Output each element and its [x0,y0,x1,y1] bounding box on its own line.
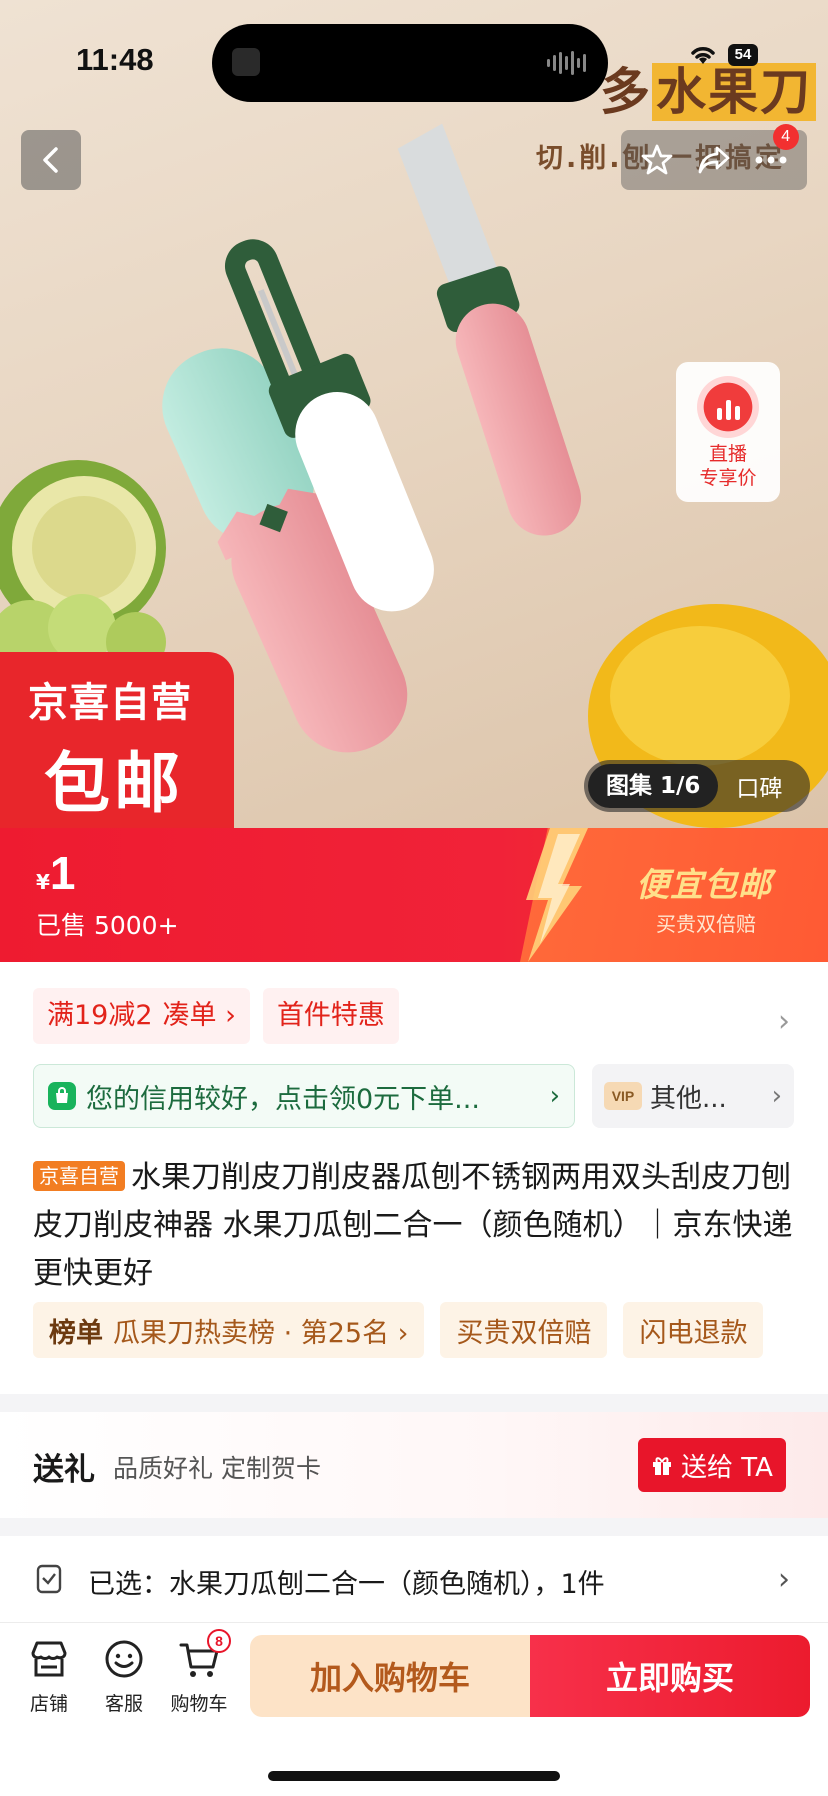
lightning-icon [526,828,588,962]
cart-count-badge: 8 [207,1629,231,1653]
rank-row: 榜单 瓜果刀热卖榜 · 第25名 › 买贵双倍赔 闪电退款 [33,1302,764,1358]
product-title: 京喜自营 水果刀削皮刀削皮器瓜刨不锈钢两用双头刮皮刀刨皮刀削皮神器 水果刀瓜刨二合… [33,1154,801,1298]
vip-chevron-icon: › [771,1081,782,1111]
credit-offer-text: 您的信用较好，点击领0元下单... [86,1083,480,1115]
gift-icon [653,1457,672,1475]
brand-badge-bottom: 包邮 [44,745,184,822]
quick-refund-label: 闪电退款 [639,1317,748,1349]
gift-title: 送礼 [33,1452,95,1488]
section-divider [0,1518,828,1536]
brand-badge: 京喜自营 包邮 [0,652,234,828]
promo-subtitle: 买贵双倍赔 [656,912,756,936]
gallery-tab-reviews[interactable]: 口碑 [718,769,782,803]
ranking-chip[interactable]: 榜单 瓜果刀热卖榜 · 第25名 › [33,1302,425,1358]
ranking-label: 榜单 [49,1317,103,1349]
live-price-card[interactable]: 直播 专享价 [676,362,780,502]
audio-wave-icon [547,50,586,76]
gallery-tab-images[interactable]: 图集 1/6 [588,764,719,808]
ranking-detail: 瓜果刀热卖榜 · 第25名 › [113,1317,409,1349]
top-action-bar: 4 [621,124,807,190]
product-title-text: 水果刀削皮刀削皮器瓜刨不锈钢两用双头刮皮刀刨皮刀削皮神器 水果刀瓜刨二合一（颜色… [33,1160,793,1291]
price-number: 1 [49,847,76,899]
price-guarantee-label: 买贵双倍赔 [456,1317,592,1349]
more-icon [755,156,787,164]
discount-coupon[interactable]: 满19减2 凑单 › [33,988,250,1044]
gather-order-link[interactable]: 凑单 › [163,988,236,1044]
live-icon [697,376,759,438]
store-icon [27,1637,71,1681]
app-thumbnail-icon [232,48,260,76]
favorite-button[interactable] [637,140,677,180]
battery-indicator: 54 [728,44,758,66]
gift-section[interactable]: 送礼 品质好礼 定制贺卡 送给 TA [0,1412,828,1518]
gift-subtitle: 品质好礼 定制贺卡 [113,1454,321,1483]
discount-label: 满19减2 [47,1000,153,1031]
brand-badge-top: 京喜自营 [28,680,192,726]
vip-offer[interactable]: VIP 其他... › [592,1064,794,1128]
section-divider [0,1394,828,1412]
add-to-cart-button[interactable]: 加入购物车 [250,1635,530,1717]
store-label: 店铺 [29,1693,68,1715]
sold-count: 已售 5000+ [36,911,179,940]
credit-offer[interactable]: 您的信用较好，点击领0元下单... › [33,1064,575,1128]
live-label: 直播 [708,443,747,465]
product-hero-image[interactable]: 多水果刀 切.削.刨 一把搞定 11:48 54 4 直播 专享价 京喜自营 包… [0,0,828,828]
notification-badge: 4 [772,124,799,150]
quick-refund-chip[interactable]: 闪电退款 [623,1302,764,1358]
dynamic-island [212,24,608,102]
wifi-icon [691,47,715,64]
star-icon [641,144,673,175]
first-item-coupon[interactable]: 首件特惠 [262,988,399,1044]
customer-service-icon [102,1637,146,1681]
selected-sku-row[interactable]: 已选：水果刀瓜刨二合一（颜色随机），1件 › [0,1536,828,1622]
tab-store[interactable]: 店铺 [14,1637,84,1716]
bottom-action-bar: 店铺 客服 8 购物车 加入购物车 立即购买 [0,1622,828,1796]
tab-customer-service[interactable]: 客服 [89,1637,159,1716]
shopping-bag-icon [48,1082,76,1110]
price-bar: ¥1 已售 5000+ 便宜包邮 买贵双倍赔 [0,828,828,962]
coupon-row: 满19减2 凑单 › 首件特惠 [33,988,399,1044]
coupons-chevron-icon[interactable]: › [778,1004,790,1039]
selected-chevron-icon: › [778,1562,790,1597]
buy-now-button[interactable]: 立即购买 [530,1635,810,1717]
share-icon [698,146,730,174]
cart-icon: 8 [177,1629,231,1681]
self-operated-tag: 京喜自营 [33,1161,125,1191]
price-guarantee-chip[interactable]: 买贵双倍赔 [440,1302,608,1358]
gallery-switcher: 图集 1/6 口碑 [584,760,810,812]
chevron-left-icon [43,147,58,173]
back-button[interactable] [21,130,81,190]
price-value: ¥1 [36,846,76,900]
status-time: 11:48 [76,42,154,77]
send-gift-button[interactable]: 送给 TA [638,1438,786,1492]
status-icons: 54 [688,44,758,66]
vip-offer-text: 其他... [650,1083,727,1114]
more-button[interactable]: 4 [751,124,799,180]
price-currency: ¥ [36,870,50,894]
cart-label: 购物车 [170,1693,228,1715]
promo-title: 便宜包邮 [636,865,772,904]
tab-cart[interactable]: 8 购物车 [164,1629,234,1716]
send-gift-label: 送给 TA [681,1452,773,1483]
status-bar: 11:48 54 [0,0,828,120]
home-indicator [268,1771,560,1781]
customer-service-label: 客服 [104,1693,143,1715]
credit-chevron-icon: › [549,1081,560,1111]
selected-sku-text: 已选：水果刀瓜刨二合一（颜色随机），1件 [88,1569,605,1600]
vip-icon: VIP [604,1082,642,1110]
share-button[interactable] [694,140,734,180]
sku-icon [36,1564,62,1594]
first-item-label: 首件特惠 [276,1000,385,1031]
live-price-label: 专享价 [699,467,757,489]
